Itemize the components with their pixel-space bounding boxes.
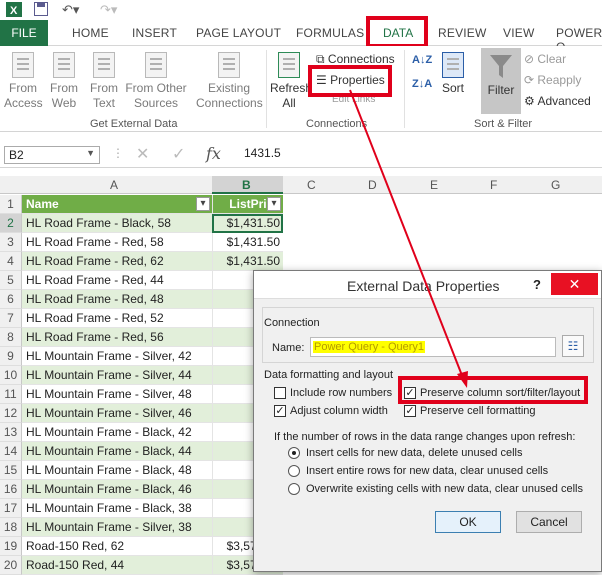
annotation-arrow	[349, 89, 468, 388]
